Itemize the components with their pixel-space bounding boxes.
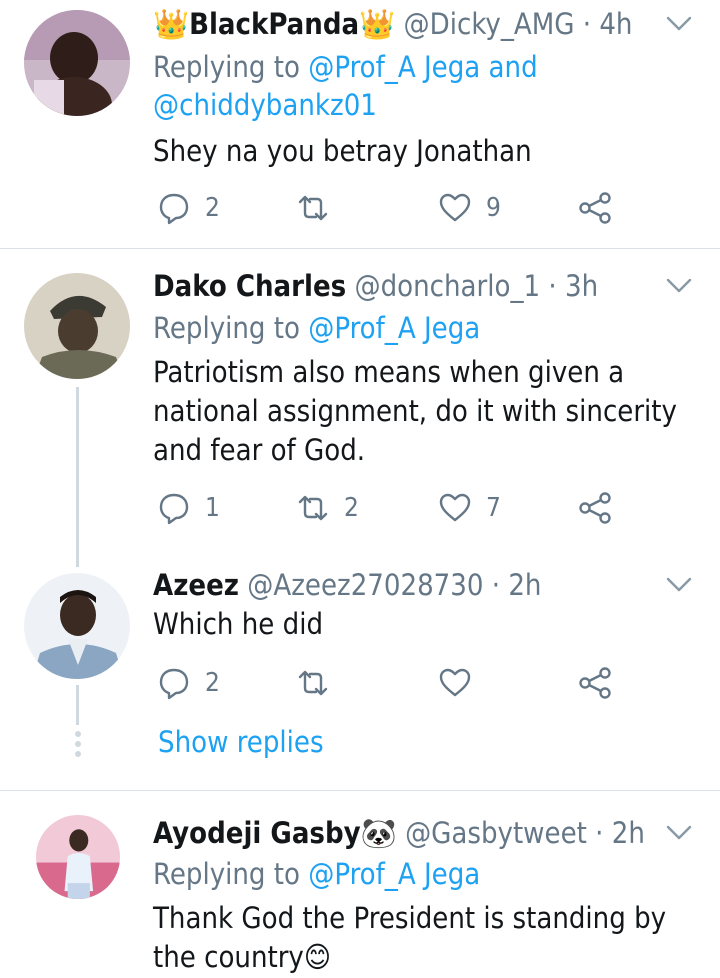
reply-icon bbox=[159, 493, 189, 525]
mention-link[interactable]: @chiddybankz01 bbox=[153, 88, 377, 122]
reply-button[interactable]: 2 bbox=[157, 188, 220, 228]
reply-icon bbox=[159, 193, 189, 225]
reply-count: 1 bbox=[205, 493, 220, 523]
tweet-blackpanda[interactable]: 👑BlackPanda👑 @Dicky_AMG · 4h Replying to… bbox=[0, 0, 720, 248]
like-button[interactable]: 9 bbox=[438, 188, 501, 228]
tweet-text: Thank God the President is standing by t… bbox=[153, 901, 667, 974]
reply-button[interactable]: 1 bbox=[157, 488, 220, 528]
chevron-down-icon[interactable] bbox=[666, 823, 692, 843]
retweet-icon bbox=[298, 195, 328, 221]
mention-link[interactable]: @Prof_A Jega bbox=[308, 311, 480, 345]
thread-line bbox=[76, 387, 79, 567]
timestamp[interactable]: 2h bbox=[508, 568, 541, 602]
thread-line bbox=[76, 685, 79, 725]
like-count: 7 bbox=[486, 493, 501, 523]
like-button[interactable]: 7 bbox=[438, 488, 501, 528]
tweet-text: Patriotism also means when given a natio… bbox=[153, 355, 677, 467]
tweet-header: 👑BlackPanda👑 @Dicky_AMG · 4h bbox=[153, 6, 656, 42]
panda-emoji: 🐼 bbox=[360, 816, 397, 850]
tweet-actions: 1 2 7 bbox=[153, 488, 623, 528]
author-handle[interactable]: @Azeez27028730 bbox=[247, 568, 483, 602]
avatar[interactable] bbox=[36, 815, 120, 899]
author-handle[interactable]: @Gasbytweet bbox=[405, 816, 587, 850]
author-name[interactable]: Dako Charles bbox=[153, 269, 346, 303]
timestamp[interactable]: 2h bbox=[612, 816, 645, 850]
avatar[interactable] bbox=[24, 273, 130, 379]
avatar-image bbox=[24, 573, 130, 679]
chevron-down-icon[interactable] bbox=[666, 276, 692, 296]
reply-count: 2 bbox=[205, 668, 220, 698]
share-button[interactable] bbox=[578, 663, 612, 703]
retweet-button[interactable] bbox=[296, 188, 344, 228]
like-icon bbox=[439, 193, 471, 222]
replying-to: Replying to @Prof_A Jega bbox=[153, 857, 481, 891]
author-name[interactable]: BlackPanda bbox=[189, 7, 359, 41]
avatar[interactable] bbox=[24, 573, 130, 679]
separator-dot: · bbox=[483, 568, 509, 602]
share-button[interactable] bbox=[578, 488, 612, 528]
tweet-actions: 2 9 bbox=[153, 188, 623, 228]
retweet-button[interactable] bbox=[296, 663, 344, 703]
reply-icon bbox=[159, 668, 189, 700]
timestamp[interactable]: 4h bbox=[599, 7, 632, 41]
share-icon bbox=[579, 492, 611, 524]
avatar-image bbox=[24, 273, 130, 379]
mention-link[interactable]: @Prof_A Jega bbox=[308, 50, 480, 84]
share-icon bbox=[579, 667, 611, 699]
like-icon bbox=[439, 493, 471, 522]
retweet-icon bbox=[298, 670, 328, 696]
avatar-image bbox=[36, 815, 120, 899]
tweet-header: Dako Charles @doncharlo_1 · 3h bbox=[153, 268, 656, 304]
like-button[interactable] bbox=[438, 663, 486, 703]
tweet-dako-charles[interactable]: Dako Charles @doncharlo_1 · 3h Replying … bbox=[0, 249, 720, 567]
separator-dot: · bbox=[586, 816, 612, 850]
mention-link[interactable]: @Prof_A Jega bbox=[308, 857, 480, 891]
separator-dot: · bbox=[540, 269, 565, 303]
smile-emoji: 😊 bbox=[303, 940, 332, 974]
reply-count: 2 bbox=[205, 193, 220, 223]
retweet-icon bbox=[298, 495, 328, 521]
like-icon bbox=[439, 668, 471, 697]
author-handle[interactable]: @doncharlo_1 bbox=[355, 269, 541, 303]
tweet-text: Shey na you betray Jonathan bbox=[153, 134, 532, 168]
avatar-image bbox=[24, 10, 130, 116]
chevron-down-icon[interactable] bbox=[666, 575, 692, 595]
tweet-ayodeji-gasby[interactable]: Ayodeji Gasby🐼 @Gasbytweet · 2h Replying… bbox=[0, 791, 720, 978]
replying-to: Replying to @Prof_A Jega and @chiddybank… bbox=[153, 50, 538, 122]
name-crown-emoji: 👑 bbox=[153, 7, 190, 41]
separator-dot: · bbox=[574, 7, 600, 41]
tweet-header: Azeez @Azeez27028730 · 2h bbox=[153, 567, 656, 603]
timestamp[interactable]: 3h bbox=[565, 269, 598, 303]
author-name[interactable]: Azeez bbox=[153, 568, 239, 602]
thread-dots bbox=[74, 731, 82, 761]
chevron-down-icon[interactable] bbox=[666, 14, 692, 34]
tweet-text: Which he did bbox=[153, 607, 324, 641]
tweet-actions: 2 bbox=[153, 663, 623, 703]
name-crown-emoji: 👑 bbox=[359, 7, 396, 41]
avatar[interactable] bbox=[24, 10, 130, 116]
like-count: 9 bbox=[486, 193, 501, 223]
share-button[interactable] bbox=[578, 188, 612, 228]
retweet-count: 2 bbox=[344, 493, 359, 523]
author-name[interactable]: Ayodeji Gasby bbox=[153, 816, 361, 850]
retweet-button[interactable]: 2 bbox=[296, 488, 359, 528]
reply-button[interactable]: 2 bbox=[157, 663, 220, 703]
share-icon bbox=[579, 192, 611, 224]
replying-to: Replying to @Prof_A Jega bbox=[153, 311, 481, 345]
tweet-azeez[interactable]: Azeez @Azeez27028730 · 2h Which he did 2… bbox=[0, 559, 720, 789]
author-handle[interactable]: @Dicky_AMG bbox=[404, 7, 575, 41]
tweet-header: Ayodeji Gasby🐼 @Gasbytweet · 2h bbox=[153, 815, 656, 851]
show-replies-link[interactable]: Show replies bbox=[158, 725, 324, 759]
